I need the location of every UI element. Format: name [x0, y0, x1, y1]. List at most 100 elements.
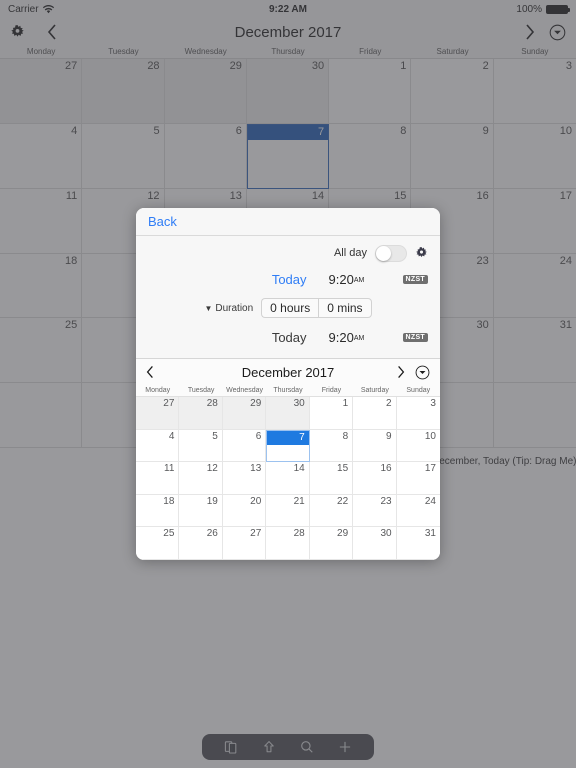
mini-day-cell[interactable]: 30	[353, 527, 397, 560]
start-time-row: Today 9:20AM NZST	[148, 266, 428, 292]
mini-weekday-header: Monday Tuesday Wednesday Thursday Friday…	[136, 385, 440, 396]
mini-day-cell[interactable]: 12	[179, 462, 223, 495]
day-number: 20	[250, 495, 262, 507]
end-time-text: 9:20	[328, 329, 354, 345]
all-day-row: All day	[148, 240, 428, 266]
day-number: 19	[206, 495, 218, 507]
mini-day-cell[interactable]: 25	[136, 527, 180, 560]
modal-header: Back	[136, 208, 440, 236]
mini-day-cell[interactable]: 27	[222, 527, 267, 560]
day-number: 3	[430, 398, 436, 409]
mini-day-cell[interactable]: 22	[309, 494, 354, 528]
start-meridiem: AM	[353, 276, 365, 284]
end-time-row: Today 9:20AM NZST	[148, 324, 428, 350]
all-day-label: All day	[333, 247, 367, 259]
day-number: 28	[206, 398, 218, 409]
mini-day-cell[interactable]: 28	[179, 397, 223, 430]
mini-day-cell[interactable]: 29	[309, 527, 354, 560]
day-number: 23	[380, 495, 392, 507]
day-number: 1	[342, 398, 349, 409]
mini-day-cell[interactable]: 8	[309, 429, 354, 463]
end-meridiem: AM	[353, 334, 365, 342]
settings-gear-icon[interactable]	[415, 246, 428, 260]
day-number: 29	[337, 528, 349, 540]
mini-day-cell[interactable]: 19	[179, 494, 223, 528]
event-editor-modal: Back All day Today 9:20AM NZST ▼ Duratio…	[136, 208, 440, 560]
day-number: 2	[386, 398, 392, 409]
day-number: 31	[424, 528, 436, 540]
duration-label: Duration	[215, 302, 254, 314]
day-number: 15	[337, 463, 349, 475]
mini-day-cell[interactable]: 28	[266, 527, 310, 560]
end-day-button[interactable]: Today	[233, 330, 329, 345]
mini-day-cell[interactable]: 17	[396, 462, 440, 495]
start-timezone-badge[interactable]: NZST	[402, 274, 428, 284]
caret-down-icon[interactable]: ▼	[204, 304, 212, 313]
mini-day-cell[interactable]: 3	[396, 397, 440, 430]
mini-calendar-nav: December 2017	[136, 359, 440, 385]
day-number: 7	[267, 430, 309, 445]
duration-row: ▼ Duration 0 hours 0 mins	[148, 295, 428, 321]
day-number: 28	[293, 528, 305, 540]
day-number: 17	[424, 463, 436, 475]
mini-weekday-label: Thursday	[273, 387, 303, 394]
mini-day-cell[interactable]: 10	[396, 429, 440, 463]
mini-day-cell[interactable]: 29	[222, 397, 267, 430]
mini-day-cell[interactable]: 20	[222, 494, 267, 528]
day-number: 4	[168, 430, 175, 442]
day-number: 25	[163, 528, 175, 540]
duration-hours-field[interactable]: 0 hours	[261, 298, 319, 318]
mini-day-cell[interactable]: 31	[396, 527, 440, 560]
mini-day-cell[interactable]: 24	[396, 494, 440, 528]
day-number: 27	[250, 528, 262, 540]
start-time-value[interactable]: 9:20AM	[329, 272, 387, 287]
end-time-value[interactable]: 9:20AM	[329, 330, 387, 345]
screen: Carrier 9:22 AM 100%	[0, 0, 576, 768]
mini-day-cell[interactable]: 9	[353, 429, 397, 463]
all-day-toggle[interactable]	[375, 244, 407, 262]
mini-day-cell[interactable]: 14	[266, 462, 310, 495]
mini-day-cell[interactable]: 21	[266, 494, 310, 528]
day-number: 8	[342, 430, 349, 442]
mini-weekday-label: Friday	[321, 387, 342, 394]
day-number: 27	[163, 398, 175, 409]
mini-day-cell[interactable]: 18	[136, 494, 180, 528]
day-number: 21	[293, 495, 305, 507]
mini-weekday-label: Wednesday	[226, 387, 263, 394]
day-number: 9	[386, 430, 392, 442]
mini-weekday-label: Saturday	[360, 387, 389, 394]
mini-weekday-label: Sunday	[406, 387, 431, 394]
day-number: 26	[206, 528, 218, 540]
mini-day-cell[interactable]: 26	[179, 527, 223, 560]
mini-weekday-label: Monday	[145, 387, 171, 394]
day-number: 13	[250, 463, 262, 475]
start-day-button[interactable]: Today	[233, 272, 329, 287]
mini-day-cell[interactable]: 6	[222, 429, 267, 463]
day-number: 5	[212, 430, 218, 442]
mini-day-cell[interactable]: 4	[136, 429, 180, 463]
back-button[interactable]: Back	[148, 214, 177, 229]
day-number: 12	[206, 463, 218, 475]
day-number: 16	[380, 463, 392, 475]
day-number: 22	[337, 495, 349, 507]
mini-day-cell[interactable]: 16	[353, 462, 397, 495]
mini-day-cell-selected[interactable]: 7	[266, 429, 310, 463]
start-time-text: 9:20	[328, 271, 354, 287]
day-number: 11	[164, 463, 175, 475]
end-timezone-badge[interactable]: NZST	[402, 332, 428, 342]
mini-day-cell[interactable]: 2	[353, 397, 397, 430]
day-number: 29	[250, 398, 262, 409]
day-number: 14	[293, 463, 305, 475]
mini-day-cell[interactable]: 5	[179, 429, 223, 463]
mini-day-cell[interactable]: 15	[309, 462, 354, 495]
mini-day-cell[interactable]: 27	[136, 397, 180, 430]
mini-day-cell[interactable]: 1	[309, 397, 354, 430]
duration-minutes-field[interactable]: 0 mins	[318, 298, 372, 318]
day-number: 6	[255, 430, 262, 442]
mini-day-cell[interactable]: 11	[136, 462, 180, 495]
day-number: 30	[293, 398, 305, 409]
mini-day-cell[interactable]: 30	[266, 397, 310, 430]
mini-month-grid: 27 28 29 30 1 2 3 4 5 6 7 8 9 10 11 12 13 14 15 16 17 18 19 20 2…	[136, 396, 440, 560]
mini-day-cell[interactable]: 13	[222, 462, 267, 495]
mini-day-cell[interactable]: 23	[353, 494, 397, 528]
